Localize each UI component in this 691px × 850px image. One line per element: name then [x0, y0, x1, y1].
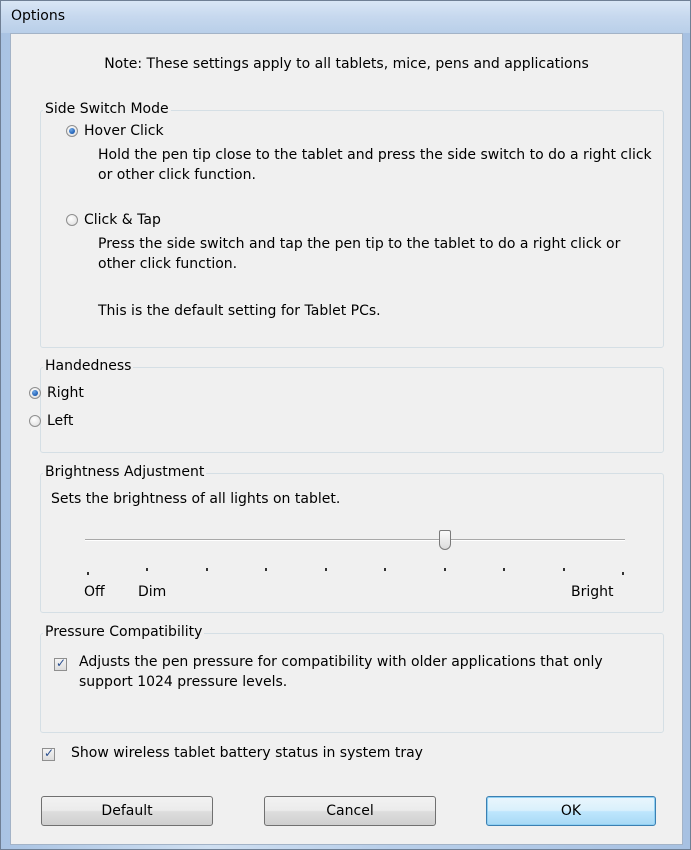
brightness-tick: [325, 568, 327, 571]
brightness-tick: [206, 568, 208, 571]
right-hand-radio-row[interactable]: Right: [29, 385, 84, 401]
brightness-tick: [503, 568, 505, 571]
title-bar[interactable]: Options: [1, 1, 690, 33]
left-hand-label: Left: [47, 413, 74, 429]
brightness-tick: [622, 572, 624, 575]
brightness-description: Sets the brightness of all lights on tab…: [51, 491, 341, 507]
brightness-title: Brightness Adjustment: [43, 464, 207, 480]
click-tap-radio[interactable]: [66, 214, 78, 226]
click-tap-radio-row[interactable]: Click & Tap: [66, 212, 161, 228]
click-tap-label: Click & Tap: [84, 212, 161, 228]
hover-click-radio-row[interactable]: Hover Click: [66, 123, 164, 139]
brightness-tick: [146, 568, 148, 571]
pressure-compatibility-description-1: Adjusts the pen pressure for compatibili…: [79, 654, 603, 670]
default-button[interactable]: Default: [41, 796, 213, 826]
options-window: Options Note: These settings apply to al…: [0, 0, 691, 850]
hover-click-label: Hover Click: [84, 123, 164, 139]
handedness-title: Handedness: [43, 358, 134, 374]
handedness-group: Handedness: [40, 358, 664, 453]
dialog-client-area: Note: These settings apply to all tablet…: [10, 33, 683, 845]
brightness-tick: [563, 568, 565, 571]
default-setting-note: This is the default setting for Tablet P…: [98, 303, 381, 319]
brightness-tick: [444, 568, 446, 571]
click-tap-description: Press the side switch and tap the pen ti…: [98, 236, 621, 272]
right-hand-radio[interactable]: [29, 387, 41, 399]
ok-button[interactable]: OK: [486, 796, 656, 826]
right-hand-label: Right: [47, 385, 84, 401]
pressure-compatibility-title: Pressure Compatibility: [43, 624, 205, 640]
left-hand-radio[interactable]: [29, 415, 41, 427]
brightness-slider-track[interactable]: [85, 539, 625, 541]
brightness-tick: [265, 568, 267, 571]
tick-label-dim: Dim: [138, 584, 167, 600]
tick-label-bright: Bright: [571, 584, 614, 600]
hover-click-description: Hold the pen tip close to the tablet and…: [98, 147, 652, 183]
brightness-tick: [384, 568, 386, 571]
hover-click-radio[interactable]: [66, 125, 78, 137]
cancel-button[interactable]: Cancel: [264, 796, 436, 826]
brightness-tick: [87, 572, 89, 575]
settings-note: Note: These settings apply to all tablet…: [104, 56, 589, 72]
side-switch-mode-title: Side Switch Mode: [43, 101, 171, 117]
pressure-compatibility-checkbox[interactable]: [54, 656, 67, 671]
battery-status-checkbox[interactable]: [42, 746, 55, 761]
brightness-slider-thumb[interactable]: [439, 530, 451, 550]
window-title: Options: [11, 8, 66, 24]
pressure-compatibility-description-2: support 1024 pressure levels.: [79, 674, 288, 690]
battery-status-label[interactable]: Show wireless tablet battery status in s…: [71, 745, 423, 761]
left-hand-radio-row[interactable]: Left: [29, 413, 73, 429]
tick-label-off: Off: [84, 584, 105, 600]
